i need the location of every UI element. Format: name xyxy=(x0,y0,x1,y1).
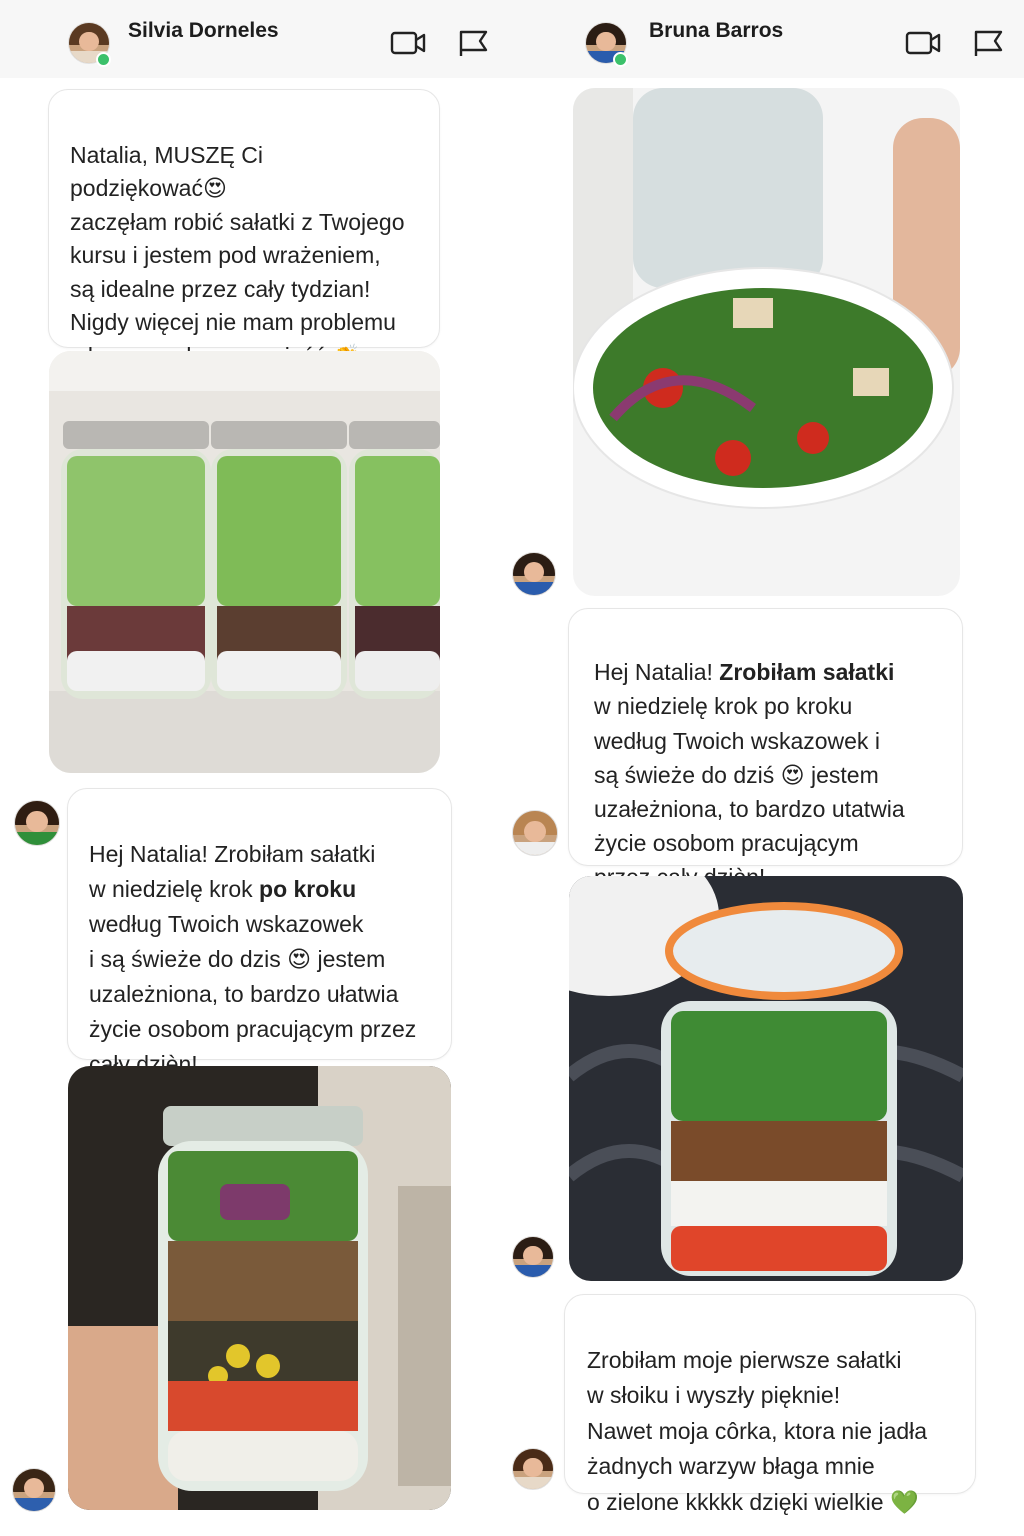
message-text: Zrobiłam moje pierwsze sałatki w słoiku … xyxy=(587,1346,928,1515)
message-image[interactable] xyxy=(573,88,960,596)
chat-panel-bruna: Bruna Barros Hej Natalia! Zrobiłam sałat… xyxy=(512,0,1024,1536)
message-bubble: Natalia, MUSZĘ Ci podziękować😍 zaczęłam … xyxy=(48,89,440,369)
message-bubble: Hej Natalia! Zrobiłam sałatki w niedziel… xyxy=(568,608,963,890)
message-bubble: Hej Natalia! Zrobiłam sałatki w niedziel… xyxy=(67,788,452,1077)
chat-panel-silvia: Silvia Dorneles Natalia, MUSZĘ Ci podzię… xyxy=(0,0,512,1536)
video-camera-icon[interactable] xyxy=(389,26,427,60)
chat-header: Silvia Dorneles xyxy=(0,0,512,78)
avatar[interactable] xyxy=(512,552,556,596)
online-status-dot xyxy=(613,52,628,67)
avatar[interactable] xyxy=(512,1448,554,1490)
highlighted-text: po kroku xyxy=(259,876,357,902)
flag-icon[interactable] xyxy=(454,26,492,60)
contact-name[interactable]: Bruna Barros xyxy=(649,19,783,43)
message-bubble: Zrobiłam moje pierwsze sałatki w słoiku … xyxy=(564,1294,976,1515)
message-image[interactable] xyxy=(49,351,440,773)
avatar[interactable] xyxy=(12,1468,56,1512)
avatar[interactable] xyxy=(512,1236,554,1278)
flag-icon[interactable] xyxy=(969,26,1007,60)
message-text: Natalia, MUSZĘ Ci podziękować😍 zaczęłam … xyxy=(70,141,405,369)
chat-header: Bruna Barros xyxy=(512,0,1024,78)
video-camera-icon[interactable] xyxy=(904,26,942,60)
online-status-dot xyxy=(96,52,111,67)
message-image[interactable] xyxy=(569,876,963,1281)
message-image[interactable] xyxy=(68,1066,451,1510)
message-text: Hej Natalia! xyxy=(594,659,720,686)
highlighted-text: Zrobiłam sałatki xyxy=(719,659,895,686)
message-text: według Twoich wskazowek i są świeże do d… xyxy=(89,911,417,1077)
avatar[interactable] xyxy=(14,800,60,846)
avatar[interactable] xyxy=(512,810,558,856)
contact-name[interactable]: Silvia Dorneles xyxy=(128,19,279,43)
message-text: w niedzielę krok po kroku według Twoich … xyxy=(594,693,905,890)
